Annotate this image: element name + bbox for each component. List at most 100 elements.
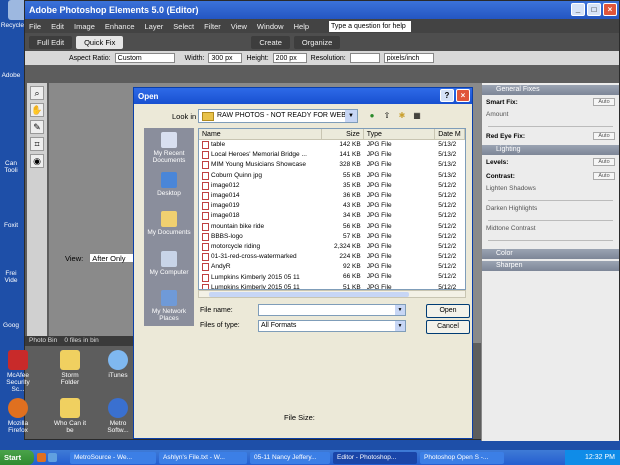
file-row[interactable]: mountain bike ride 56 KB JPG File 5/12/2 bbox=[199, 222, 465, 232]
midtone-contrast-slider[interactable] bbox=[488, 240, 613, 241]
media-icon[interactable] bbox=[48, 453, 57, 462]
column-date[interactable]: Date M bbox=[435, 129, 465, 139]
file-row[interactable]: image019 43 KB JPG File 5/12/2 bbox=[199, 201, 465, 211]
red-eye-auto-button[interactable]: Auto bbox=[593, 132, 615, 140]
place-my-documents[interactable]: My Documents bbox=[144, 207, 194, 247]
taskbar-item[interactable]: Ashlyn's File.txt - W... bbox=[159, 451, 247, 464]
file-row[interactable]: image018 34 KB JPG File 5/12/2 bbox=[199, 211, 465, 221]
menu-help[interactable]: Help bbox=[294, 22, 309, 31]
place-network-places[interactable]: My Network Places bbox=[144, 286, 194, 326]
desktop-icon-storm-folder[interactable]: Storm Folder bbox=[52, 350, 88, 386]
contrast-auto-button[interactable]: Auto bbox=[593, 172, 615, 180]
close-icon[interactable]: × bbox=[456, 89, 470, 102]
red-eye-tool-icon[interactable]: ◉ bbox=[30, 154, 44, 168]
new-folder-icon[interactable]: ✱ bbox=[396, 111, 408, 121]
file-type-select[interactable]: All Formats ▼ bbox=[258, 320, 406, 332]
aspect-ratio-select[interactable]: Custom bbox=[114, 53, 175, 63]
back-icon[interactable]: ● bbox=[366, 111, 378, 121]
minimize-icon[interactable]: _ bbox=[571, 3, 585, 16]
menu-image[interactable]: Image bbox=[74, 22, 95, 31]
resolution-field[interactable] bbox=[349, 53, 380, 63]
menu-window[interactable]: Window bbox=[257, 22, 284, 31]
height-field[interactable]: 200 px bbox=[272, 53, 307, 63]
maximize-icon[interactable]: □ bbox=[587, 3, 601, 16]
menu-file[interactable]: File bbox=[29, 22, 41, 31]
column-name[interactable]: Name bbox=[199, 129, 323, 139]
taskbar-item[interactable]: Photoshop Open S -... bbox=[420, 451, 504, 464]
menu-filter[interactable]: Filter bbox=[204, 22, 221, 31]
help-icon[interactable]: ? bbox=[440, 89, 454, 102]
file-name-input[interactable]: ▼ bbox=[258, 304, 406, 316]
desktop-icon-goog[interactable]: Goog bbox=[0, 322, 22, 329]
cancel-button[interactable]: Cancel bbox=[426, 320, 470, 334]
file-row[interactable]: Coburn Quinn jpg 55 KB JPG File 5/13/2 bbox=[199, 171, 465, 181]
darken-highlights-slider[interactable] bbox=[488, 220, 613, 221]
create-button[interactable]: Create bbox=[251, 35, 290, 49]
file-row[interactable]: Lumpkins Kimberly 2015 05 11 66 KB JPG Fil… bbox=[199, 272, 465, 282]
up-folder-icon[interactable]: ⇧ bbox=[381, 111, 393, 121]
column-size[interactable]: Size bbox=[322, 129, 364, 139]
file-row[interactable]: image014 36 KB JPG File 5/12/2 bbox=[199, 191, 465, 201]
desktop-icon-mcafee[interactable]: McAfee Security Sc... bbox=[0, 350, 36, 393]
file-row[interactable]: AndyR 92 KB JPG File 5/12/2 bbox=[199, 262, 465, 272]
resolution-unit-select[interactable]: pixels/inch bbox=[383, 53, 434, 63]
menu-select[interactable]: Select bbox=[173, 22, 194, 31]
browser-icon[interactable] bbox=[37, 453, 46, 462]
amount-slider[interactable] bbox=[488, 126, 613, 127]
chevron-down-icon[interactable]: ▼ bbox=[395, 305, 405, 315]
column-type[interactable]: Type bbox=[364, 129, 436, 139]
desktop-icon-foxit[interactable]: Foxit bbox=[0, 222, 22, 229]
file-row[interactable]: table 142 KB JPG File 5/13/2 bbox=[199, 140, 465, 150]
width-field[interactable]: 300 px bbox=[208, 53, 243, 63]
desktop-icon-can[interactable]: Can Tooli bbox=[0, 160, 22, 174]
place-desktop[interactable]: Desktop bbox=[144, 168, 194, 208]
help-search-input[interactable]: Type a question for help bbox=[329, 20, 412, 32]
desktop-icon-itunes[interactable]: iTunes bbox=[100, 350, 136, 379]
desktop-icon-adobe[interactable]: Adobe bbox=[0, 72, 22, 79]
place-recent-documents[interactable]: My Recent Documents bbox=[144, 128, 194, 168]
desktop-icon-firefox[interactable]: Mozilla Firefox bbox=[0, 398, 36, 434]
color-header[interactable]: Color bbox=[482, 249, 619, 259]
menu-view[interactable]: View bbox=[231, 22, 247, 31]
file-row[interactable]: Lumpkins Kimberly 2015 05 11 51 KB JPG Fil… bbox=[199, 283, 465, 289]
crop-tool-icon[interactable]: ⌗ bbox=[30, 137, 44, 151]
start-button[interactable]: Start bbox=[0, 450, 34, 465]
organize-button[interactable]: Organize bbox=[293, 35, 341, 49]
file-row[interactable]: BBBS-logo 57 KB JPG File 5/12/2 bbox=[199, 232, 465, 242]
horizontal-scrollbar[interactable] bbox=[198, 290, 466, 298]
smart-fix-auto-button[interactable]: Auto bbox=[593, 98, 615, 106]
file-row[interactable]: Local Heroes' Memorial Bridge ... 141 KB J… bbox=[199, 150, 465, 160]
lighting-header[interactable]: Lighting bbox=[482, 145, 619, 155]
file-row[interactable]: 01-31-red-cross-watermarked 224 KB JPG Fil… bbox=[199, 252, 465, 262]
sharpen-header[interactable]: Sharpen bbox=[482, 261, 619, 271]
levels-auto-button[interactable]: Auto bbox=[593, 158, 615, 166]
taskbar-item[interactable]: 05-11 Nancy Jeffery... bbox=[250, 451, 330, 464]
chevron-down-icon[interactable]: ▼ bbox=[395, 321, 405, 331]
quick-selection-tool-icon[interactable]: ✎ bbox=[30, 120, 44, 134]
open-button[interactable]: Open bbox=[426, 304, 470, 318]
general-fixes-header[interactable]: General Fixes bbox=[482, 85, 619, 95]
system-tray-clock[interactable]: 12:32 PM bbox=[565, 450, 620, 465]
place-my-computer[interactable]: My Computer bbox=[144, 247, 194, 287]
taskbar-item[interactable]: MetroSource - We... bbox=[70, 451, 156, 464]
zoom-tool-icon[interactable]: ⌕ bbox=[30, 86, 44, 100]
chevron-down-icon[interactable]: ▼ bbox=[345, 110, 357, 122]
full-edit-button[interactable]: Full Edit bbox=[29, 35, 73, 49]
file-row[interactable]: image012 35 KB JPG File 5/12/2 bbox=[199, 181, 465, 191]
desktop-icon-metro[interactable]: Metro Softw... bbox=[100, 398, 136, 434]
lighten-shadows-slider[interactable] bbox=[488, 200, 613, 201]
taskbar-item-active[interactable]: Editor - Photoshop... bbox=[333, 451, 417, 464]
menu-edit[interactable]: Edit bbox=[51, 22, 64, 31]
desktop-icon-who-can-it-be[interactable]: Who Can it be bbox=[52, 398, 88, 434]
menu-layer[interactable]: Layer bbox=[145, 22, 164, 31]
view-menu-icon[interactable]: ▦ bbox=[411, 111, 423, 121]
scrollbar-thumb[interactable] bbox=[209, 292, 409, 297]
file-row[interactable]: MIM Young Musicians Showcase 328 KB JPG Fi… bbox=[199, 160, 465, 170]
file-row[interactable]: motorcycle riding 2,324 KB JPG File 5/12/2 bbox=[199, 242, 465, 252]
menu-enhance[interactable]: Enhance bbox=[105, 22, 135, 31]
quick-fix-button[interactable]: Quick Fix bbox=[76, 35, 124, 49]
close-icon[interactable]: × bbox=[603, 3, 617, 16]
view-select[interactable]: After Only bbox=[89, 253, 140, 263]
hand-tool-icon[interactable]: ✋ bbox=[30, 103, 44, 117]
desktop-icon-frei[interactable]: Frei Vide bbox=[0, 270, 22, 284]
